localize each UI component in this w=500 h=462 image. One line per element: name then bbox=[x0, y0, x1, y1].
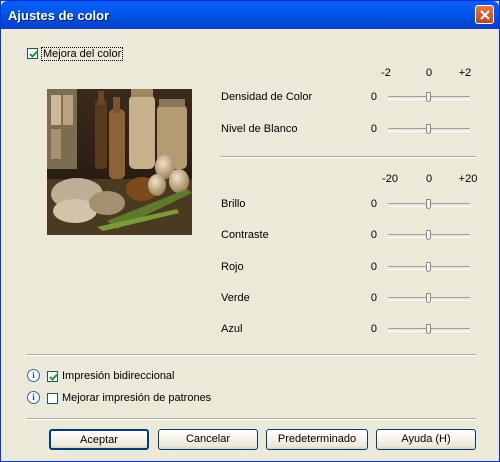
scale-mid-2: 0 bbox=[425, 173, 433, 185]
close-icon bbox=[480, 10, 490, 20]
color-settings-dialog: Ajustes de color Mejora del color -2 0 +… bbox=[0, 0, 500, 462]
title-bar[interactable]: Ajustes de color bbox=[1, 1, 499, 29]
color-density-label: Densidad de Color bbox=[221, 91, 313, 103]
default-button[interactable]: Predeterminado bbox=[266, 429, 368, 450]
preview-image bbox=[47, 89, 192, 235]
green-slider[interactable] bbox=[388, 293, 470, 305]
bidirectional-checkbox[interactable] bbox=[47, 371, 58, 382]
pattern-label[interactable]: Mejorar impresión de patrones bbox=[62, 392, 211, 404]
window-title: Ajustes de color bbox=[8, 8, 110, 23]
scale-mid-1: 0 bbox=[425, 67, 433, 79]
slider-thumb[interactable] bbox=[426, 92, 431, 102]
slider-thumb[interactable] bbox=[426, 124, 431, 134]
color-enhance-label[interactable]: Mejora del color bbox=[41, 47, 124, 61]
pattern-checkbox[interactable] bbox=[47, 393, 58, 404]
slider-thumb[interactable] bbox=[426, 199, 431, 209]
ok-button[interactable]: Aceptar bbox=[49, 429, 149, 450]
checkmark-icon bbox=[29, 50, 38, 58]
white-level-slider[interactable] bbox=[388, 124, 470, 136]
red-value: 0 bbox=[370, 261, 377, 273]
green-value: 0 bbox=[370, 292, 377, 304]
contrast-value: 0 bbox=[370, 229, 377, 241]
brightness-slider[interactable] bbox=[388, 199, 470, 211]
slider-thumb[interactable] bbox=[426, 262, 431, 272]
scale-max-2: +20 bbox=[458, 173, 478, 185]
white-level-value: 0 bbox=[370, 123, 377, 135]
contrast-slider[interactable] bbox=[388, 230, 470, 242]
brightness-value: 0 bbox=[370, 198, 377, 210]
slider-thumb[interactable] bbox=[426, 293, 431, 303]
red-label: Rojo bbox=[221, 261, 244, 273]
info-icon[interactable]: i bbox=[27, 369, 40, 382]
slider-thumb[interactable] bbox=[426, 230, 431, 240]
separator bbox=[27, 418, 476, 420]
cancel-button[interactable]: Cancelar bbox=[158, 429, 258, 450]
green-label: Verde bbox=[221, 292, 250, 304]
white-level-label: Nivel de Blanco bbox=[221, 123, 298, 135]
color-density-slider[interactable] bbox=[388, 92, 470, 104]
separator bbox=[221, 156, 476, 158]
color-density-value: 0 bbox=[370, 91, 377, 103]
contrast-label: Contraste bbox=[221, 229, 269, 241]
checkmark-icon bbox=[49, 373, 58, 381]
scale-max-1: +2 bbox=[458, 67, 472, 79]
color-enhance-checkbox[interactable] bbox=[27, 48, 38, 59]
slider-thumb[interactable] bbox=[426, 324, 431, 334]
blue-label: Azul bbox=[221, 323, 243, 335]
scale-min-2: -20 bbox=[382, 173, 398, 185]
close-button[interactable] bbox=[475, 5, 494, 24]
help-button[interactable]: Ayuda (H) bbox=[376, 429, 476, 450]
brightness-label: Brillo bbox=[221, 198, 246, 210]
blue-slider[interactable] bbox=[388, 324, 470, 336]
info-icon[interactable]: i bbox=[27, 391, 40, 404]
scale-min-1: -2 bbox=[381, 67, 391, 79]
bidirectional-label[interactable]: Impresión bidireccional bbox=[62, 370, 175, 382]
blue-value: 0 bbox=[370, 323, 377, 335]
separator bbox=[27, 354, 476, 356]
red-slider[interactable] bbox=[388, 262, 470, 274]
